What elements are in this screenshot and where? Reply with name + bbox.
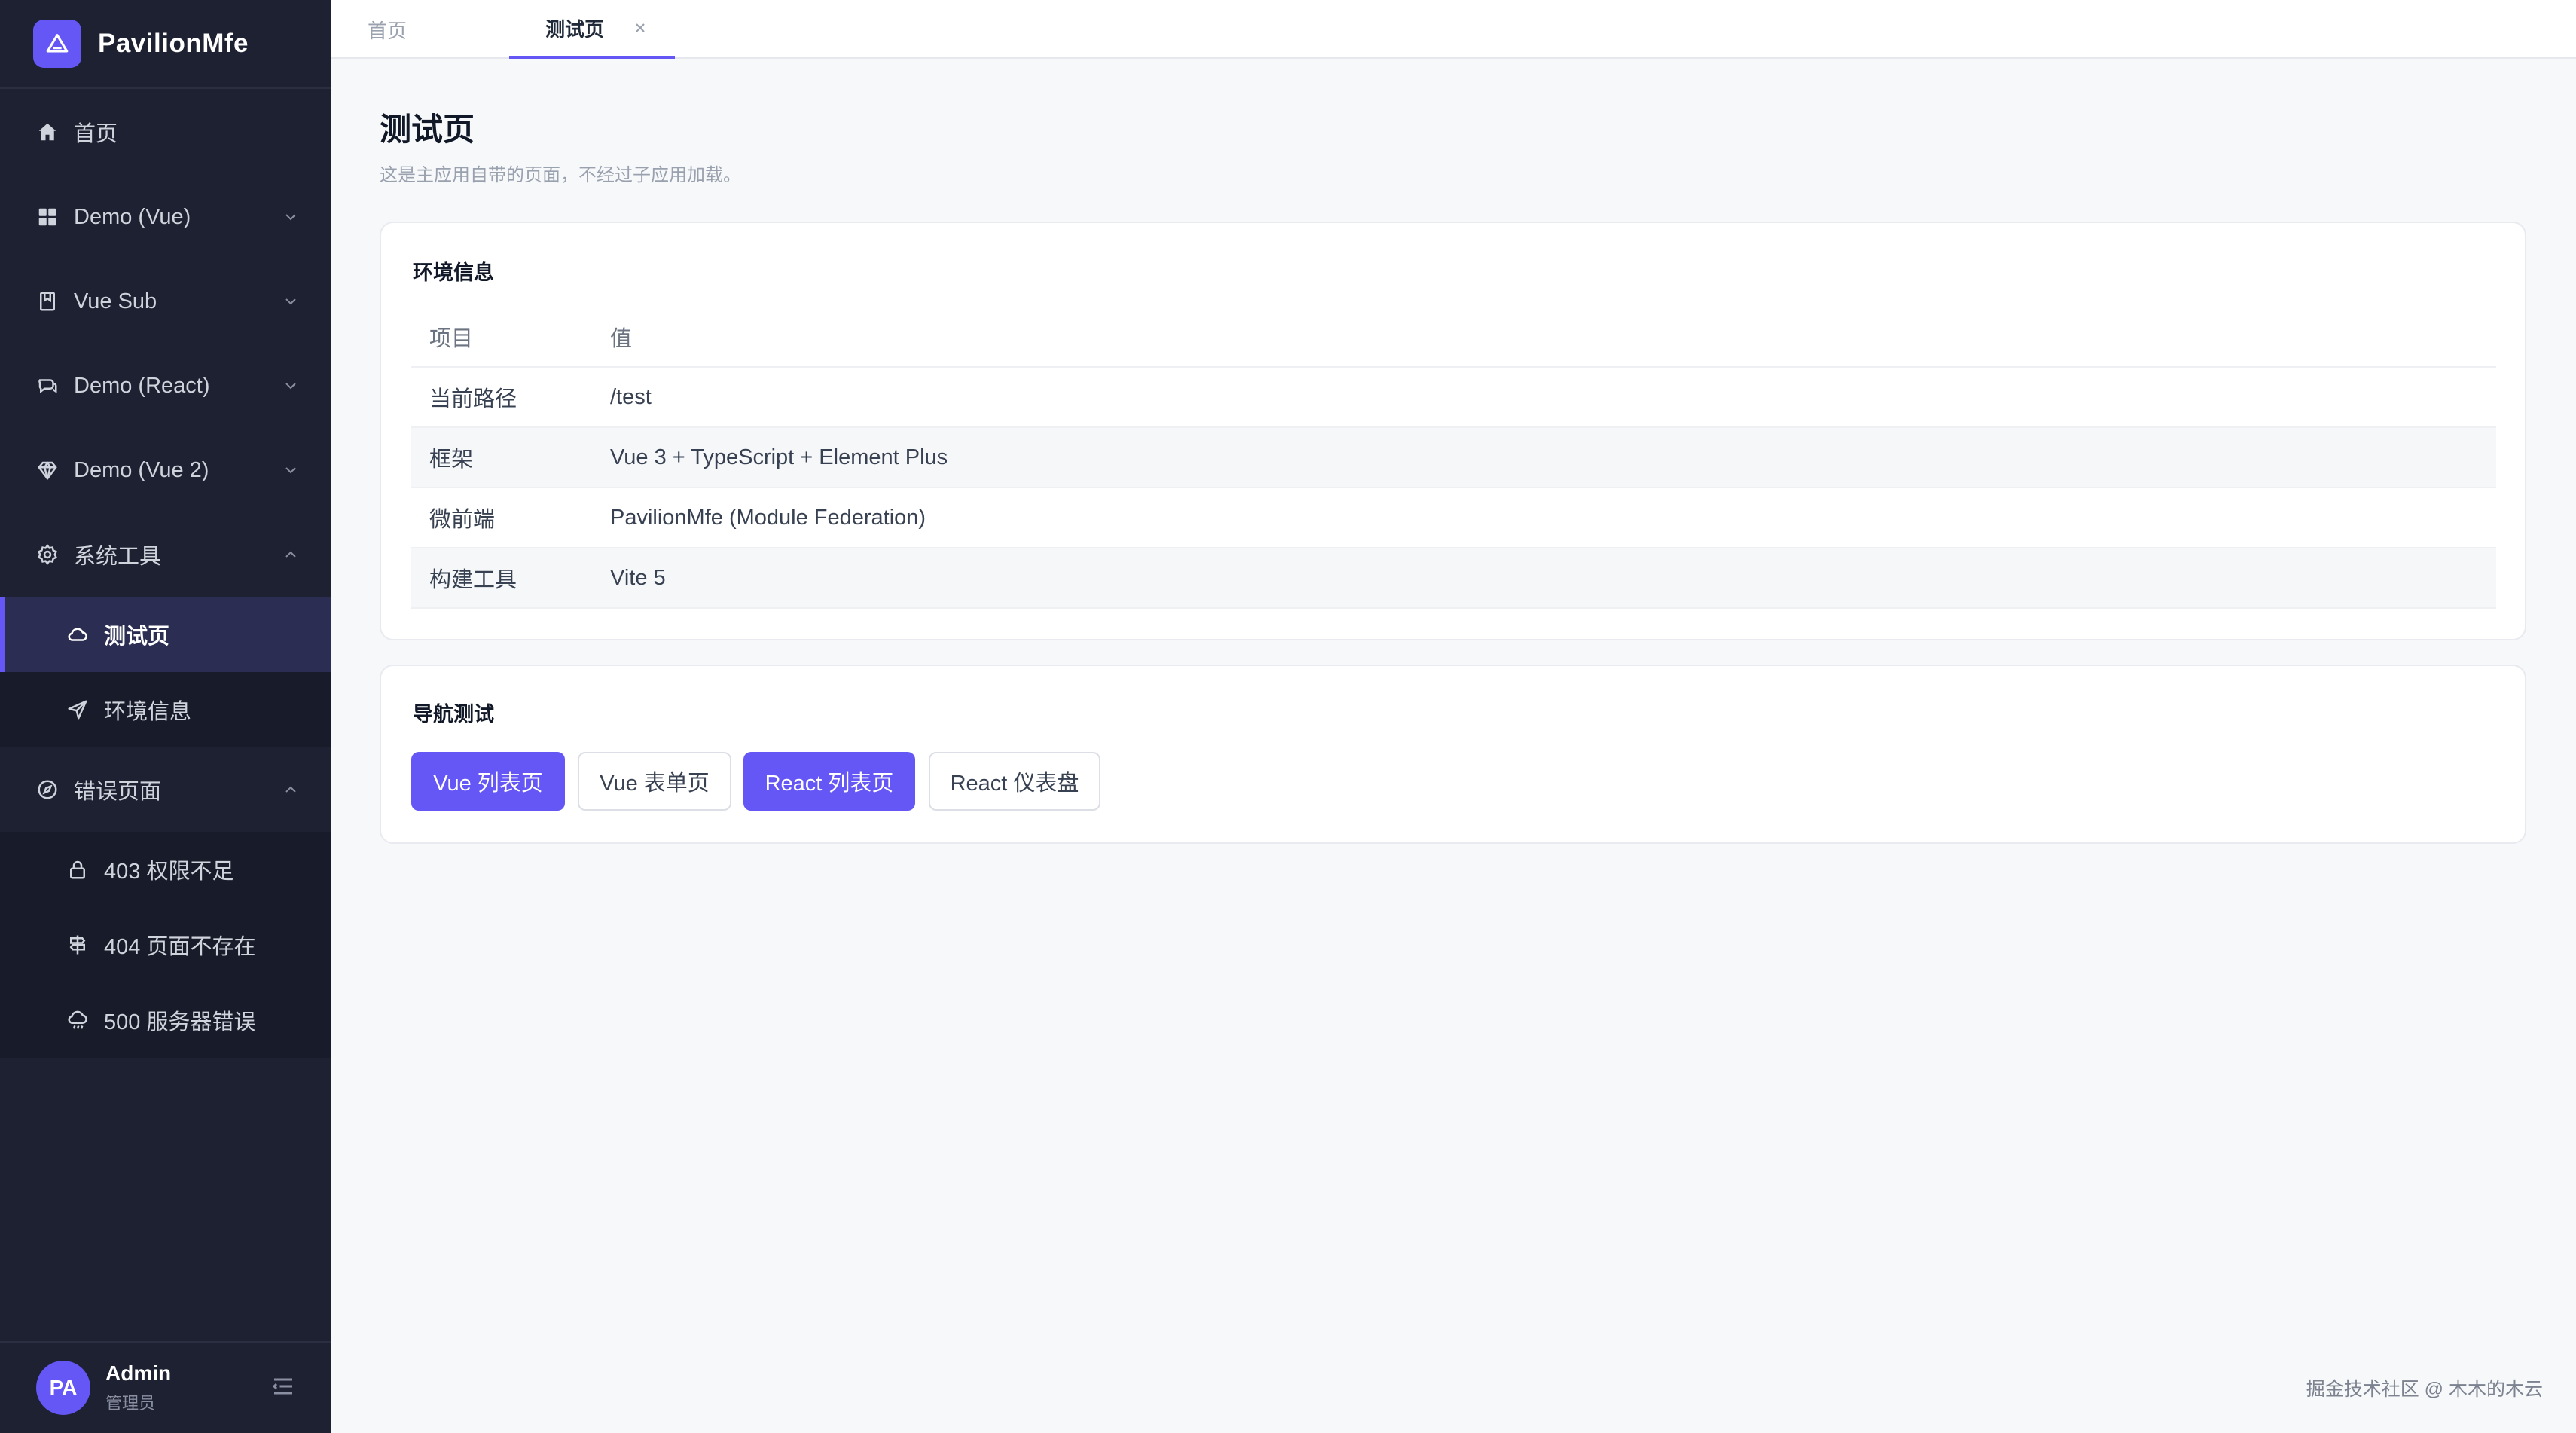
chevron-down-icon (285, 383, 296, 390)
table-cell: /test (610, 384, 652, 409)
chevron-down-icon (285, 467, 296, 474)
table-cell: Vue 3 + TypeScript + Element Plus (610, 445, 948, 469)
cloud-icon (65, 622, 90, 647)
table-row: 当前路径 /test (411, 368, 2496, 428)
table-cell: 当前路径 (429, 387, 517, 411)
user-role: 管理员 (105, 1394, 156, 1413)
brand-name: PavilionMfe (98, 29, 249, 58)
chevron-down-icon (285, 214, 296, 221)
table-row: 微前端 PavilionMfe (Module Federation) (411, 488, 2496, 548)
page-title: 测试页 (380, 112, 475, 147)
chevron-up-icon (285, 786, 296, 793)
sidebar-item-label: 500 服务器错误 (104, 1010, 256, 1034)
card-title: 导航测试 (413, 703, 494, 726)
table-cell: Vite 5 (610, 565, 666, 590)
sidebar-item-500[interactable]: 500 服务器错误 (0, 982, 331, 1058)
vue-list-button[interactable]: Vue 列表页 (411, 752, 565, 811)
compass-icon (35, 777, 60, 802)
send-icon (65, 697, 90, 723)
tab-test-page[interactable]: 测试页 (509, 0, 675, 59)
card-title: 环境信息 (413, 261, 494, 284)
sidebar-item-system-tools[interactable]: 系统工具 (0, 517, 331, 592)
book-icon (35, 289, 60, 314)
table-cell: PavilionMfe (Module Federation) (610, 505, 926, 530)
diamond-icon (35, 457, 60, 483)
user-name: Admin (105, 1361, 172, 1385)
gear-icon (35, 542, 60, 567)
home-icon (35, 119, 60, 145)
react-dashboard-button[interactable]: React 仪表盘 (929, 752, 1100, 811)
sidebar-item-test-page[interactable]: 测试页 (0, 597, 331, 672)
column-header: 项目 (429, 327, 474, 351)
close-icon[interactable] (633, 20, 648, 35)
brand[interactable]: PavilionMfe (0, 0, 331, 89)
user-bar: PA Admin 管理员 (0, 1341, 331, 1433)
sidebar-item-label: 错误页面 (74, 780, 162, 804)
chat-icon (35, 373, 60, 399)
triangle-logo-icon (33, 20, 81, 68)
chevron-up-icon (285, 551, 296, 558)
sidebar-item-403[interactable]: 403 权限不足 (0, 832, 331, 907)
table-row: 框架 Vue 3 + TypeScript + Element Plus (411, 428, 2496, 488)
tab-label: 首页 (368, 19, 407, 42)
sidebar-item-home[interactable]: 首页 (0, 94, 331, 170)
sidebar-item-label: Demo (Vue) (74, 204, 191, 229)
table-header: 项目 值 (411, 307, 2496, 368)
sidebar-item-label: Demo (React) (74, 373, 210, 398)
tab-bar: 首页 测试页 (331, 0, 2576, 59)
sidebar-item-label: 403 权限不足 (104, 860, 234, 884)
column-header: 值 (610, 327, 633, 351)
sidebar-item-vue-sub[interactable]: Vue Sub (0, 264, 331, 339)
sidebar-item-label: Vue Sub (74, 289, 157, 313)
page-subtitle: 这是主应用自带的页面，不经过子应用加载。 (380, 165, 741, 185)
sidebar-item-demo-vue2[interactable]: Demo (Vue 2) (0, 432, 331, 508)
avatar[interactable]: PA (36, 1361, 90, 1415)
table-cell: 微前端 (429, 508, 496, 532)
vue-form-button[interactable]: Vue 表单页 (578, 752, 731, 811)
sidebar: PavilionMfe 首页 Demo (Vue) Vue Sub Demo (… (0, 0, 331, 1433)
watermark: 掘金技术社区 @ 木木的木云 (2306, 1379, 2543, 1400)
tab-home[interactable]: 首页 (331, 0, 509, 59)
table-cell: 构建工具 (429, 568, 517, 592)
menu-fold-icon[interactable] (270, 1373, 297, 1400)
app-root: PavilionMfe 首页 Demo (Vue) Vue Sub Demo (… (0, 0, 2576, 1433)
sidebar-item-env-info[interactable]: 环境信息 (0, 672, 331, 747)
sidebar-item-label: 测试页 (104, 625, 170, 649)
signpost-icon (65, 932, 90, 958)
table-cell: 框架 (429, 448, 474, 472)
sidebar-item-label: 404 页面不存在 (104, 935, 256, 959)
user-meta: Admin 管理员 (105, 1361, 171, 1414)
table-row: 构建工具 Vite 5 (411, 548, 2496, 609)
sidebar-item-label: 系统工具 (74, 545, 162, 569)
cloud-rain-icon (65, 1007, 90, 1033)
chevron-down-icon (285, 298, 296, 305)
sidebar-item-label: Demo (Vue 2) (74, 457, 209, 482)
sidebar-item-404[interactable]: 404 页面不存在 (0, 907, 331, 982)
tab-label: 测试页 (545, 17, 605, 41)
react-list-button[interactable]: React 列表页 (743, 752, 915, 811)
sidebar-item-demo-react[interactable]: Demo (React) (0, 348, 331, 423)
sidebar-item-error-pages[interactable]: 错误页面 (0, 752, 331, 827)
sidebar-item-label: 首页 (74, 122, 118, 146)
grid-icon (35, 204, 60, 230)
lock-icon (65, 857, 90, 882)
sidebar-item-demo-vue[interactable]: Demo (Vue) (0, 179, 331, 255)
sidebar-item-label: 环境信息 (104, 700, 192, 724)
